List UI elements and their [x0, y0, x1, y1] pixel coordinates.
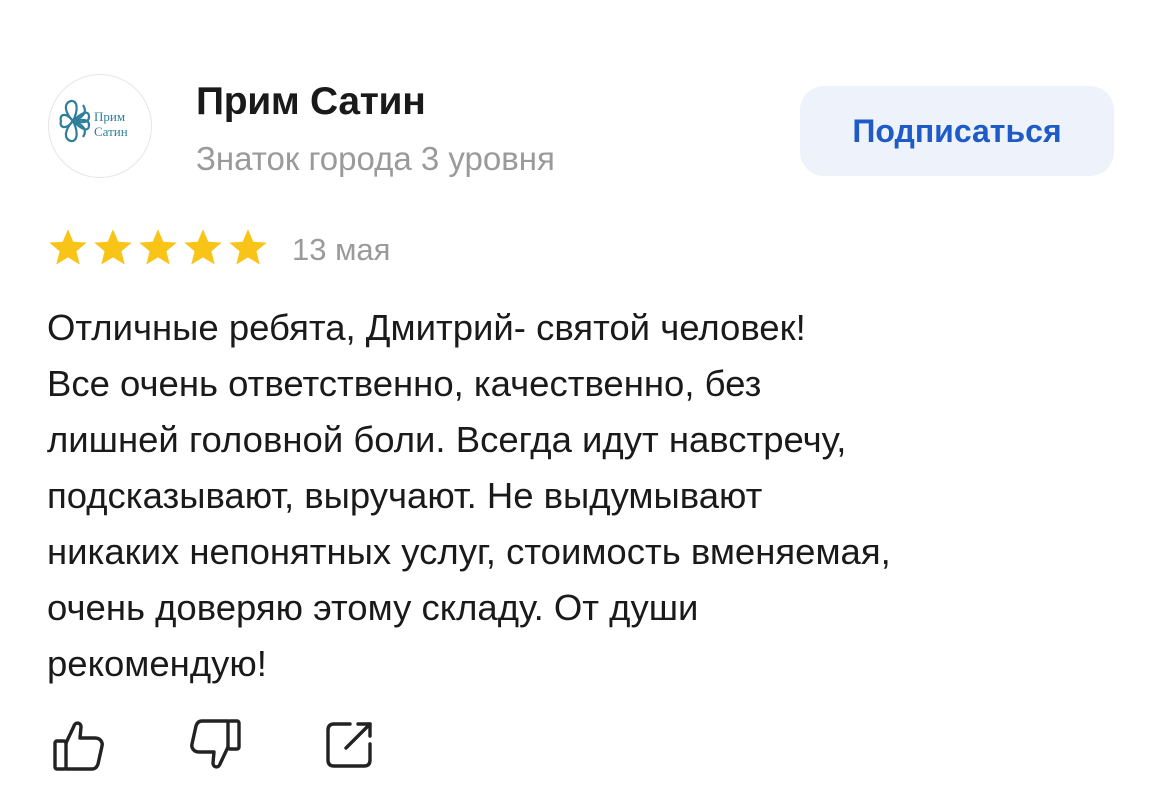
review-text-line: никаких непонятных услуг, стоимость вмен… [47, 531, 891, 572]
review-card: Прим Сатин Прим Сатин Знаток города 3 ур… [0, 0, 1160, 803]
author-avatar[interactable]: Прим Сатин [48, 74, 152, 178]
logo-text-line-2: Сатин [94, 124, 128, 139]
logo-text-line-1: Прим [94, 109, 125, 124]
thumbs-up-icon [53, 721, 104, 771]
like-button[interactable] [46, 712, 112, 778]
review-text-line: Отличные ребята, Дмитрий- святой человек… [47, 307, 806, 348]
review-text-line: Все очень ответственно, качественно, без [47, 363, 762, 404]
rating-stars [46, 226, 270, 270]
author-name[interactable]: Прим Сатин [196, 80, 426, 124]
share-icon [326, 722, 372, 768]
review-text-line: лишней головной боли. Всегда идут навстр… [47, 419, 847, 460]
author-level: Знаток города 3 уровня [196, 140, 555, 177]
star-icon [49, 229, 87, 265]
share-button[interactable] [316, 712, 382, 778]
review-text-line: рекомендую! [47, 643, 267, 684]
review-text: Отличные ребята, Дмитрий- святой человек… [47, 300, 1127, 692]
star-icon [229, 229, 267, 265]
star-icon [139, 229, 177, 265]
prim-satin-logo: Прим Сатин [59, 99, 128, 143]
review-text-line: подсказывают, выручают. Не выдумывают [47, 475, 763, 516]
review-text-line: очень доверяю этому складу. От души [47, 587, 699, 628]
review-date: 13 мая [292, 232, 391, 267]
thumbs-down-icon [190, 719, 241, 769]
star-icon [94, 229, 132, 265]
subscribe-button[interactable]: Подписаться [800, 86, 1114, 176]
dislike-button[interactable] [182, 712, 248, 778]
star-icon [184, 229, 222, 265]
